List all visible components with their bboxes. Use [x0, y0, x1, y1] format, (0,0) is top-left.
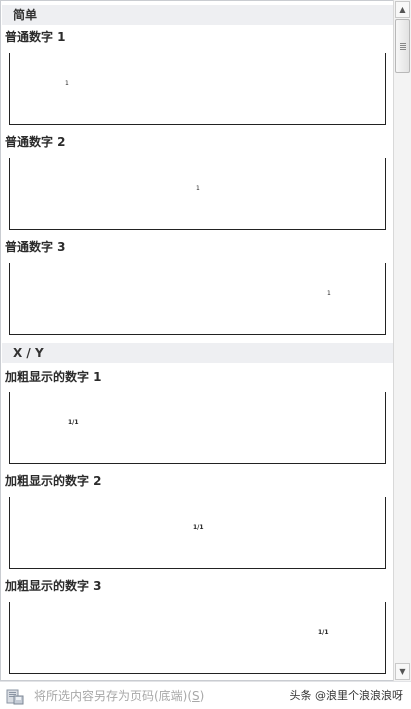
chevron-down-icon: ▼ [399, 667, 406, 676]
page-number-gallery: 简单 普通数字 1 1 普通数字 2 1 普通数字 3 1 X / Y 加粗显示… [0, 0, 393, 681]
page-number-sample: 1/1 [318, 629, 329, 636]
preview-plain-number-3[interactable]: 1 [9, 263, 386, 335]
category-header-simple: 简单 [2, 5, 393, 25]
scroll-down-button[interactable]: ▼ [395, 663, 410, 680]
gallery-footer: 将所选内容另存为页码(底端)(S) 头条 @浪里个浪浪浪呀 [0, 681, 411, 709]
save-accelerator-key: S [192, 689, 200, 703]
page-number-sample: 1 [327, 290, 331, 297]
save-selection-label: 将所选内容另存为页码(底端)( [34, 689, 193, 703]
grip-line [400, 49, 406, 50]
page-number-sample: 1 [65, 80, 69, 87]
item-label-bold-1: 加粗显示的数字 1 [5, 370, 102, 384]
chevron-up-icon: ▲ [399, 5, 406, 14]
item-label-bold-2: 加粗显示的数字 2 [5, 474, 102, 488]
save-label-close: ) [199, 689, 205, 703]
preview-bold-number-3[interactable]: 1/1 [9, 602, 386, 674]
scroll-up-button[interactable]: ▲ [395, 1, 410, 18]
grip-line [400, 47, 406, 48]
grip-line [400, 43, 406, 44]
preview-bold-number-1[interactable]: 1/1 [9, 392, 386, 464]
grip-line [400, 45, 406, 46]
page-number-sample: 1/1 [68, 419, 79, 426]
preview-bold-number-2[interactable]: 1/1 [9, 497, 386, 569]
page-number-sample: 1 [196, 185, 200, 192]
watermark-text: 头条 @浪里个浪浪浪呀 [289, 689, 404, 702]
preview-plain-number-2[interactable]: 1 [9, 158, 386, 230]
scrollbar-thumb[interactable] [395, 19, 410, 73]
item-label-bold-3: 加粗显示的数字 3 [5, 579, 102, 593]
preview-plain-number-1[interactable]: 1 [9, 53, 386, 125]
save-selection-icon [6, 689, 24, 705]
item-label-plain-3: 普通数字 3 [5, 240, 66, 254]
category-header-xy: X / Y [2, 343, 393, 363]
vertical-scrollbar[interactable]: ▲ ▼ [393, 0, 411, 681]
item-label-plain-2: 普通数字 2 [5, 135, 66, 149]
item-label-plain-1: 普通数字 1 [5, 30, 66, 44]
page-number-sample: 1/1 [193, 524, 204, 531]
save-selection-to-gallery-item[interactable]: 将所选内容另存为页码(底端)(S) [34, 688, 204, 704]
